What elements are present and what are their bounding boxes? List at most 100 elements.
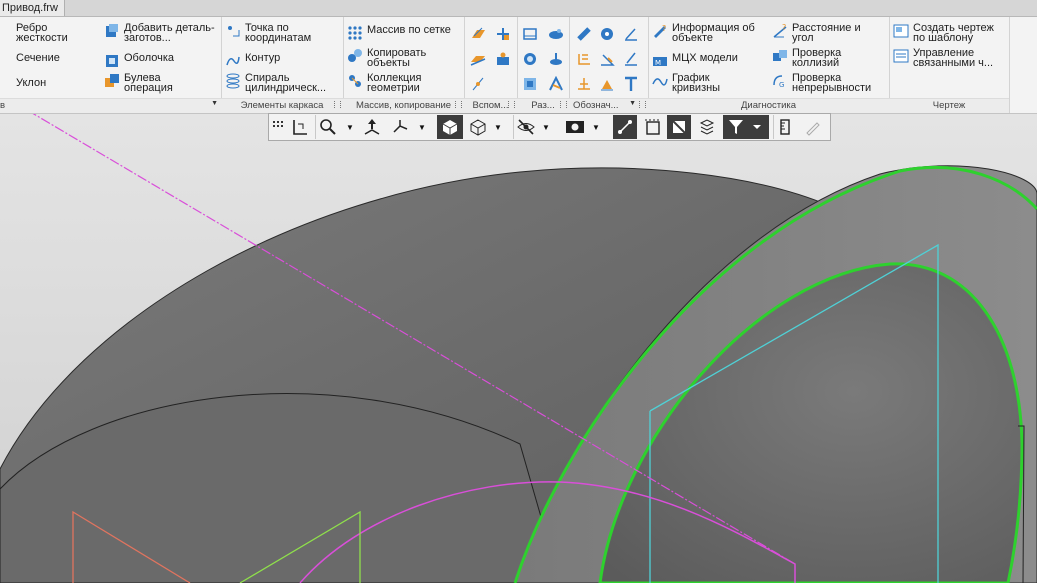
hide-icon[interactable] bbox=[513, 115, 538, 139]
create-drawing-button[interactable]: Создать чертеж по шаблону bbox=[893, 22, 1007, 44]
group-grip-icon[interactable] bbox=[455, 101, 462, 108]
model-canvas[interactable] bbox=[0, 114, 1037, 583]
angle-dim-icon[interactable] bbox=[598, 50, 615, 67]
continuity-button[interactable]: G Проверка непрерывности bbox=[772, 73, 884, 94]
ribbon-group-details: Ребро жесткости Сечение Уклон Добавить д… bbox=[0, 17, 222, 113]
pan-icon[interactable] bbox=[361, 115, 383, 139]
group-label-array: Массив, копирование bbox=[343, 98, 464, 113]
roughness-icon[interactable] bbox=[622, 25, 639, 42]
section-view-icon[interactable] bbox=[641, 115, 665, 139]
shell-label: Оболочка bbox=[124, 52, 175, 64]
object-info-button[interactable]: ? Информация об объекте bbox=[652, 23, 766, 44]
section-button[interactable]: Сечение bbox=[0, 53, 60, 69]
shell-icon bbox=[104, 53, 120, 69]
point-icon bbox=[225, 23, 241, 39]
extend-icon[interactable] bbox=[521, 75, 538, 92]
pen-icon[interactable] bbox=[801, 115, 825, 139]
display-dropdown-icon[interactable]: ▼ bbox=[591, 115, 601, 139]
ribbon-group-frame: Точка по координатам Контур Спираль цили… bbox=[221, 17, 344, 113]
zoom-dropdown-icon[interactable]: ▼ bbox=[345, 115, 355, 139]
section-toggle-icon[interactable] bbox=[667, 115, 691, 139]
perspective-icon[interactable] bbox=[613, 115, 637, 139]
manage-drawings-button[interactable]: Управление связанными ч... bbox=[893, 48, 1007, 69]
grip-icon[interactable] bbox=[271, 115, 287, 139]
continuity-icon: G bbox=[772, 73, 788, 89]
draft-button[interactable]: Уклон bbox=[0, 78, 46, 94]
ribbon-group-array: Массив по сетке Копировать объекты Колле… bbox=[343, 17, 465, 113]
measure-icon[interactable] bbox=[773, 115, 798, 139]
copy-objects-label: Копировать объекты bbox=[367, 47, 427, 69]
mass-props-button[interactable]: M МЦХ модели bbox=[652, 53, 738, 69]
create-drawing-label: Создать чертеж по шаблону bbox=[913, 22, 994, 44]
curvature-button[interactable]: График кривизны bbox=[652, 72, 732, 94]
view-dropdown-icon[interactable]: ▼ bbox=[493, 115, 503, 139]
display-icon[interactable] bbox=[563, 115, 587, 139]
grid-array-button[interactable]: Массив по сетке bbox=[347, 25, 451, 41]
helix-button[interactable]: Спираль цилиндрическ... bbox=[225, 73, 337, 94]
shaded-view-icon[interactable] bbox=[437, 115, 463, 139]
wireframe-view-icon[interactable] bbox=[467, 115, 489, 139]
axis-icon[interactable] bbox=[389, 115, 411, 139]
tolerance-icon[interactable] bbox=[598, 75, 615, 92]
group-label-frame: Элементы каркаса bbox=[221, 98, 343, 113]
rib-button[interactable]: Ребро жесткости bbox=[0, 22, 86, 44]
collision-label: Проверка коллизий bbox=[792, 47, 842, 69]
view-toolbar: ▼ ▼ ▼ ▼ ▼ bbox=[268, 113, 831, 141]
offset-plane-icon[interactable] bbox=[469, 50, 486, 67]
group-grip-icon[interactable] bbox=[560, 101, 567, 108]
axis-grid-icon[interactable] bbox=[494, 25, 511, 42]
patch-icon[interactable] bbox=[547, 75, 564, 92]
surface-icon[interactable] bbox=[547, 25, 564, 42]
ribbon-group-aux: Вспом... bbox=[464, 17, 518, 113]
group-grip-icon[interactable] bbox=[508, 101, 515, 108]
add-blank-button[interactable]: Добавить деталь-заготов... bbox=[104, 23, 216, 44]
collision-button[interactable]: Проверка коллизий bbox=[772, 47, 852, 69]
leader-icon[interactable] bbox=[622, 50, 639, 67]
filter-icon[interactable] bbox=[723, 115, 769, 139]
distance-icon: ? bbox=[772, 23, 788, 39]
cs-icon[interactable] bbox=[494, 50, 511, 67]
curvature-label: График кривизны bbox=[672, 72, 721, 94]
boolean-icon bbox=[104, 73, 120, 89]
point-by-coords-button[interactable]: Точка по координатам bbox=[225, 23, 325, 44]
point-aux-icon[interactable] bbox=[469, 75, 486, 92]
text-icon[interactable] bbox=[622, 75, 639, 92]
ribbon-group-split: Раз... bbox=[517, 17, 570, 113]
base-icon[interactable] bbox=[575, 75, 592, 92]
group-label-diagnostics: Диагностика bbox=[648, 98, 889, 113]
split-icon[interactable] bbox=[521, 25, 538, 42]
boolean-button[interactable]: Булева операция bbox=[104, 72, 194, 94]
section-icon bbox=[0, 53, 12, 69]
group-grip-icon[interactable] bbox=[639, 101, 646, 108]
ribbon-group-annotation: Обознач... ▼ bbox=[569, 17, 649, 113]
boolean-label: Булева операция bbox=[124, 72, 173, 94]
sphere-icon[interactable] bbox=[547, 50, 564, 67]
hole-mark-icon[interactable] bbox=[598, 25, 615, 42]
plane-icon[interactable] bbox=[469, 25, 486, 42]
contour-button[interactable]: Контур bbox=[225, 53, 280, 69]
thread-icon[interactable] bbox=[575, 25, 592, 42]
distance-angle-button[interactable]: ? Расстояние и угол bbox=[772, 23, 872, 44]
grid-array-label: Массив по сетке bbox=[367, 24, 451, 36]
helix-icon bbox=[225, 73, 241, 89]
copy-objects-button[interactable]: Копировать объекты bbox=[347, 47, 437, 69]
group-expand-icon[interactable]: ▼ bbox=[629, 100, 636, 107]
add-blank-icon bbox=[104, 23, 120, 39]
mirror-icon[interactable] bbox=[521, 50, 538, 67]
group-grip-icon[interactable] bbox=[334, 101, 341, 108]
layers-icon[interactable] bbox=[695, 115, 719, 139]
ribbon-group-diagnostics: ? Информация об объекте M МЦХ модели Гра… bbox=[648, 17, 890, 113]
axis-dropdown-icon[interactable]: ▼ bbox=[417, 115, 427, 139]
rib-icon bbox=[0, 23, 12, 39]
shell-button[interactable]: Оболочка bbox=[104, 53, 174, 69]
model-viewport[interactable] bbox=[0, 114, 1037, 583]
hide-dropdown-icon[interactable]: ▼ bbox=[541, 115, 551, 139]
document-tab[interactable]: Привод.frw bbox=[0, 0, 65, 16]
linear-dim-icon[interactable] bbox=[575, 50, 592, 67]
geometry-collection-label: Коллекция геометрии bbox=[367, 72, 422, 94]
group-expand-icon[interactable]: ▼ bbox=[211, 100, 218, 107]
orientation-icon[interactable] bbox=[289, 115, 311, 139]
rib-label: Ребро жесткости bbox=[16, 22, 68, 44]
zoom-icon[interactable] bbox=[315, 115, 340, 139]
geometry-collection-button[interactable]: Коллекция геометрии bbox=[347, 72, 437, 94]
